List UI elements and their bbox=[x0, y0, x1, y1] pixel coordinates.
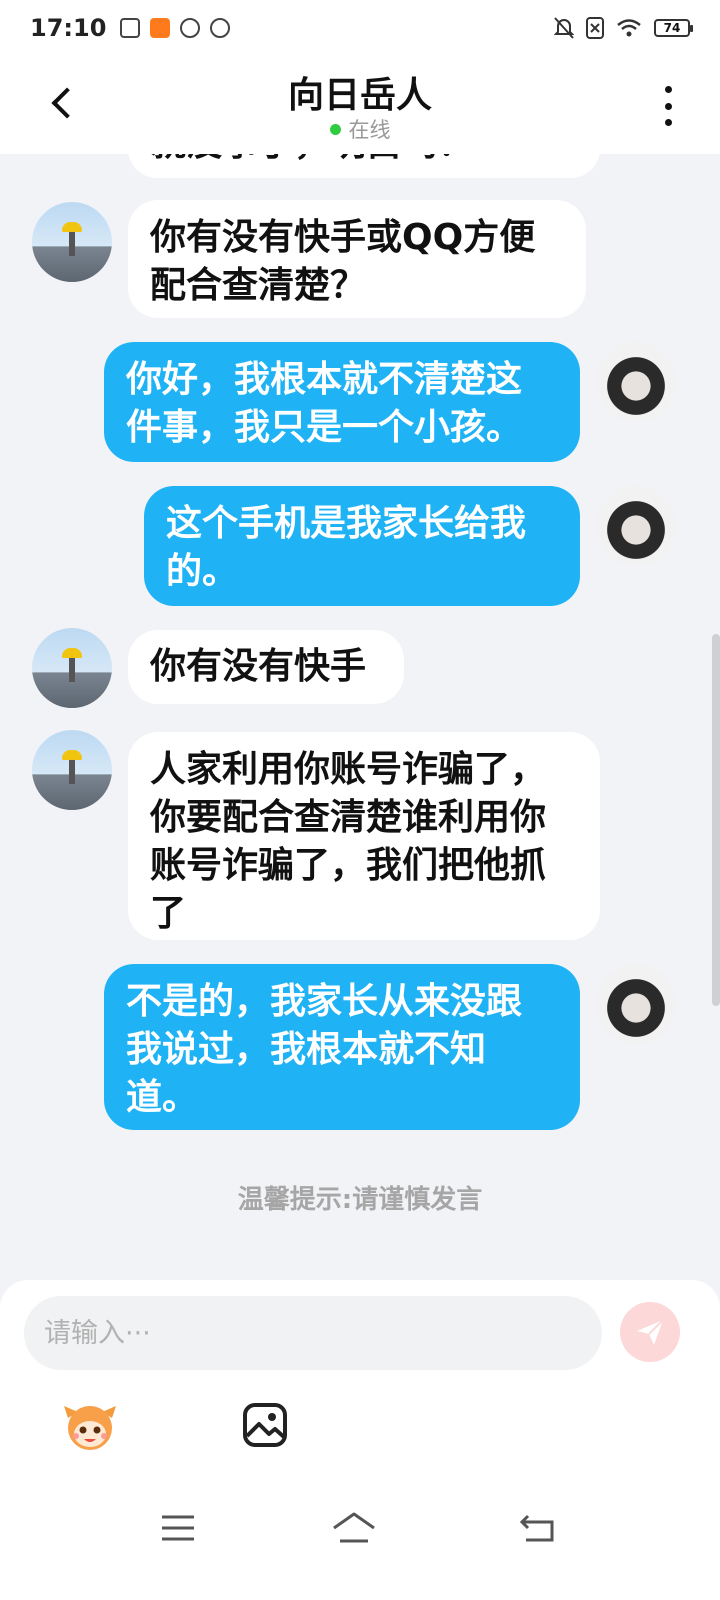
chat-message-list[interactable]: 就没事了，明白吗？ 你有没有快手或QQ方便 配合查清楚？ 你好，我根本就不清楚这… bbox=[0, 154, 720, 1280]
battery-level: 74 bbox=[663, 21, 681, 35]
message-bubble[interactable]: 你好，我根本就不清楚这 件事，我只是一个小孩。 bbox=[104, 342, 580, 462]
safety-hint: 温馨提示:请谨慎发言 bbox=[237, 1185, 483, 1215]
more-icon bbox=[664, 86, 672, 93]
user-avatar[interactable] bbox=[596, 342, 676, 422]
online-label: 在线 bbox=[348, 118, 391, 142]
link-notification-icon bbox=[210, 18, 231, 38]
taobao-notification-icon bbox=[150, 18, 171, 38]
status-time: 17:10 bbox=[30, 14, 107, 42]
send-icon bbox=[637, 1319, 664, 1345]
message-bubble[interactable]: 不是的，我家长从来没跟 我说过，我根本就不知 道。 bbox=[104, 964, 580, 1130]
chat-header: 向日岳人 在线 bbox=[0, 56, 720, 154]
user-avatar[interactable] bbox=[596, 964, 676, 1044]
chat-scrollbar[interactable] bbox=[712, 634, 720, 1006]
more-button[interactable] bbox=[656, 86, 680, 126]
status-app-icons bbox=[120, 18, 231, 38]
message-bubble[interactable]: 你有没有快手 bbox=[128, 630, 404, 704]
cloud-notification-icon bbox=[180, 18, 201, 38]
status-system-icons: 74 bbox=[554, 17, 693, 39]
user-avatar[interactable] bbox=[596, 486, 676, 566]
battery-icon: 74 bbox=[654, 19, 693, 37]
chat-title: 向日岳人 bbox=[287, 75, 432, 116]
online-dot-icon bbox=[329, 123, 341, 135]
message-bubble[interactable]: 这个手机是我家长给我 的。 bbox=[144, 486, 580, 606]
emoji-icon[interactable] bbox=[62, 1398, 118, 1454]
image-icon[interactable] bbox=[242, 1402, 288, 1448]
message-bubble[interactable]: 人家利用你账号诈骗了， 你要配合查清楚谁利用你 账号诈骗了，我们把他抓 了 bbox=[128, 732, 600, 940]
contact-avatar[interactable] bbox=[32, 202, 112, 282]
app-notification-icon bbox=[120, 18, 141, 38]
message-bubble[interactable]: 就没事了，明白吗？ bbox=[128, 154, 600, 178]
contact-avatar[interactable] bbox=[32, 730, 112, 810]
mute-bell-icon bbox=[554, 17, 574, 39]
contact-avatar[interactable] bbox=[32, 628, 112, 708]
menu-icon[interactable] bbox=[158, 1508, 198, 1548]
wifi-icon bbox=[617, 19, 641, 37]
back-nav-icon[interactable] bbox=[518, 1508, 558, 1548]
send-button[interactable] bbox=[620, 1302, 680, 1362]
home-icon[interactable] bbox=[330, 1508, 378, 1548]
system-nav-bar bbox=[0, 1490, 720, 1570]
online-status: 在线 bbox=[0, 114, 720, 144]
no-sim-icon bbox=[586, 17, 604, 39]
message-bubble[interactable]: 你有没有快手或QQ方便 配合查清楚？ bbox=[128, 200, 586, 318]
status-bar: 17:10 74 bbox=[0, 0, 720, 56]
message-input[interactable] bbox=[24, 1296, 602, 1370]
